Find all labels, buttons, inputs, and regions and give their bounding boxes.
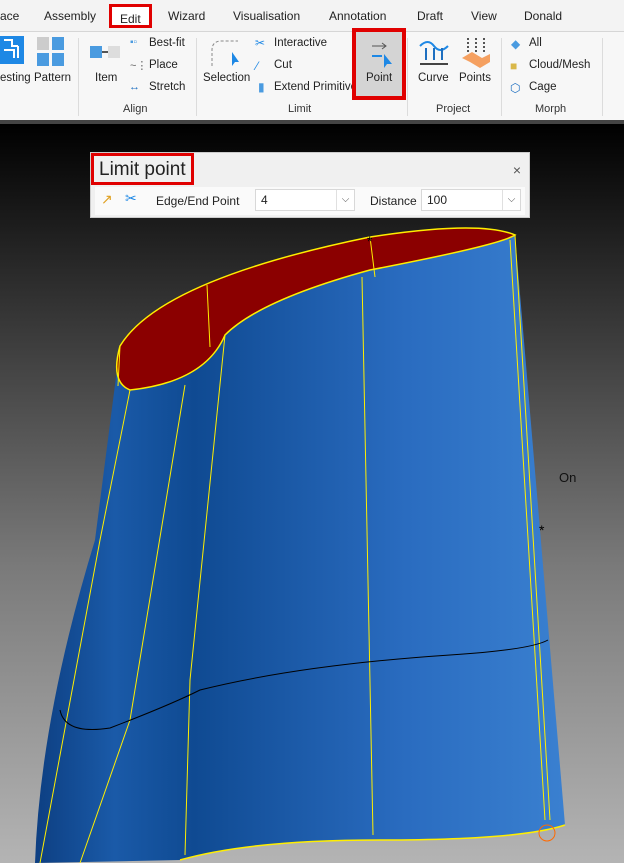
align-group-label: Align [123,103,148,115]
nesting-button[interactable]: esting [0,72,31,84]
pattern-icon [37,37,64,66]
svg-text:*: * [367,233,373,249]
close-icon[interactable]: × [513,162,521,178]
all-icon: ◆ [511,37,521,51]
distance-select[interactable]: 100 ⌵ [421,189,521,211]
item-icon [90,46,120,58]
cut-button[interactable]: Cut [274,59,292,71]
tab-edit[interactable]: Edit [109,4,152,28]
scissors-arrow-icon[interactable]: ✂ [125,190,137,207]
point-icon [372,42,392,68]
edge-value: 4 [261,193,268,207]
cage-button[interactable]: Cage [529,81,557,93]
item-button[interactable]: Item [95,72,117,84]
dialog-options-row: ↗ ✂ Edge/End Point 4 ⌵ Distance 100 ⌵ [95,187,525,215]
tab-annotation[interactable]: Annotation [329,9,386,23]
points-button[interactable]: Points [459,72,491,84]
points-icon [462,38,490,68]
edge-end-point-label: Edge/End Point [156,194,240,208]
interactive-button[interactable]: Interactive [274,37,327,49]
point-button[interactable]: Point [352,28,406,100]
limit-group-label: Limit [288,103,312,115]
selection-button[interactable]: Selection [203,72,250,84]
cut-icon: ⁄ [256,59,259,73]
nesting-icon [0,36,24,64]
curve-button[interactable]: Curve [418,72,449,84]
interactive-icon: ✂ [255,36,266,50]
selection-icon [211,40,239,66]
pattern-button[interactable]: Pattern [34,72,71,84]
tab-surface[interactable]: ace [0,9,19,23]
cloud-mesh-button[interactable]: Cloud/Mesh [529,59,590,71]
tab-wizard[interactable]: Wizard [168,9,205,23]
all-button[interactable]: All [529,37,542,49]
cage-icon: ⬡ [510,81,521,95]
stretch-icon: ↔ [129,81,140,93]
on-label: On [559,470,577,485]
point-label: Point [366,72,393,84]
edge-curve-icon: ↗ [101,191,113,207]
distance-value: 100 [427,193,448,207]
place-button[interactable]: Place [149,59,178,71]
extend-primitive-button[interactable]: Extend Primitive [274,81,357,93]
3d-viewport[interactable]: * * On [0,120,624,863]
stretch-button[interactable]: Stretch [149,81,185,93]
tab-draft[interactable]: Draft [417,9,443,23]
morph-group-label: Morph [535,103,567,115]
chevron-down-icon[interactable]: ⌵ [336,190,354,210]
tab-assembly[interactable]: Assembly [44,9,96,23]
bestfit-button[interactable]: Best-fit [149,37,185,49]
tab-donald[interactable]: Donald [524,9,562,23]
distance-label: Distance [370,194,417,208]
project-group-label: Project [436,103,471,115]
ribbon-tabs: ace Assembly Edit Wizard Visualisation A… [0,0,624,32]
edge-end-point-select[interactable]: 4 ⌵ [255,189,355,211]
ribbon: esting Pattern Item ▪▫ Best-fit ~⋮ Place… [0,28,624,120]
bestfit-icon: ▪▫ [130,37,138,48]
svg-text:*: * [539,522,545,538]
limit-point-dialog: Limit point × ↗ ✂ Edge/End Point 4 ⌵ Dist… [90,152,530,218]
tab-view[interactable]: View [471,9,497,23]
cloud-mesh-icon: ■ [510,59,518,73]
tab-visualisation[interactable]: Visualisation [233,9,300,23]
place-icon: ~⋮ [130,60,148,72]
model-surface[interactable]: * * [0,120,624,863]
dialog-title: Limit point [91,153,194,185]
curve-icon [419,41,449,65]
extend-primitive-icon: ▮ [258,80,265,94]
chevron-down-icon[interactable]: ⌵ [502,190,520,210]
